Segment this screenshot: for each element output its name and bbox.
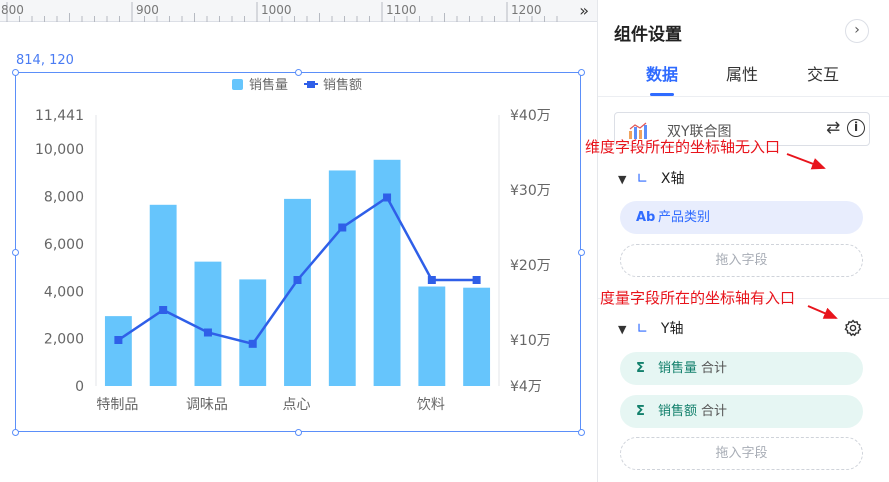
horizontal-ruler: 800 900 1000 1100 1200 »	[0, 0, 597, 22]
line-point	[293, 276, 302, 284]
bar	[149, 204, 177, 386]
canvas-area: 800 900 1000 1100 1200 » 814, 120 销售量 销售额 0 2,0…	[0, 0, 597, 482]
bar	[239, 279, 267, 386]
dual-axis-chart: 销售量 销售额 0 2,000 4,000 6,000 8,000 10,000 11,441 ¥…	[35, 77, 551, 413]
y-left-tick-label: 11,441	[35, 108, 84, 124]
resize-handle-tl[interactable]	[12, 69, 19, 76]
resize-handle-tr[interactable]	[578, 69, 585, 76]
bar	[194, 261, 222, 386]
selection-coordinates: 814, 120	[16, 53, 74, 68]
x-tick-label: 特制品	[96, 397, 138, 413]
resize-handle-l[interactable]	[12, 249, 19, 256]
ruler-tick-label: 800	[1, 3, 24, 17]
x-tick-label: 调味品	[186, 397, 228, 413]
y-left-tick-label: 0	[75, 379, 84, 395]
resize-handle-b[interactable]	[295, 429, 302, 436]
ruler-tick-label: 1100	[386, 3, 417, 17]
resize-handle-r[interactable]	[578, 249, 585, 256]
legend-swatch-bar	[232, 79, 243, 90]
y-right-tick-label: ¥10万	[510, 333, 551, 349]
y-right-tick-label: ¥40万	[510, 108, 551, 124]
y-annotation-arrow	[807, 305, 838, 319]
line-point	[159, 306, 168, 314]
legend-label: 销售额	[323, 77, 362, 93]
line-point	[472, 276, 481, 284]
y-left-tick-label: 6,000	[44, 237, 84, 253]
line-point	[383, 193, 392, 202]
x-tick-label: 点心	[283, 397, 311, 413]
line-point	[203, 328, 212, 337]
component-settings-panel: 组件设置 › 数据 属性 交互 双Y联合图 ⇄ i 维度字段所在的坐标轴无入口 …	[585, 0, 889, 482]
resize-handle-bl[interactable]	[12, 429, 19, 436]
resize-handle-t[interactable]	[295, 69, 302, 76]
line-point	[427, 276, 436, 284]
bar	[463, 287, 491, 386]
legend-swatch-marker	[307, 81, 315, 88]
y-left-tick-label: 2,000	[44, 332, 84, 348]
annotation-arrows	[786, 153, 838, 319]
resize-handle-br[interactable]	[578, 429, 585, 436]
bar	[328, 170, 356, 386]
bar	[418, 286, 446, 386]
y-left-tick-label: 8,000	[44, 190, 84, 206]
expand-panel-icon[interactable]: »	[579, 1, 589, 21]
line-point	[248, 339, 257, 348]
x-annotation-arrow	[786, 153, 826, 170]
ruler-tick-label: 1200	[511, 3, 542, 17]
ruler-tick-label: 900	[136, 3, 159, 17]
ruler-ticks: 800 900 1000 1100 1200	[1, 2, 558, 22]
y-left-tick-label: 10,000	[35, 142, 84, 158]
y-left-tick-label: 4,000	[44, 284, 84, 300]
x-tick-label: 饮料	[417, 397, 445, 413]
line-point	[114, 336, 123, 344]
chart-component[interactable]: 销售量 销售额 0 2,000 4,000 6,000 8,000 10,000 11,441 ¥…	[12, 69, 585, 436]
y-right-tick-label: ¥30万	[510, 183, 551, 199]
line-point	[338, 223, 347, 232]
bar	[104, 316, 132, 386]
ruler-tick-label: 1000	[261, 3, 292, 17]
y-right-tick-label: ¥4万	[510, 379, 542, 395]
legend-label: 销售量	[249, 77, 288, 93]
y-right-tick-label: ¥20万	[510, 258, 551, 274]
